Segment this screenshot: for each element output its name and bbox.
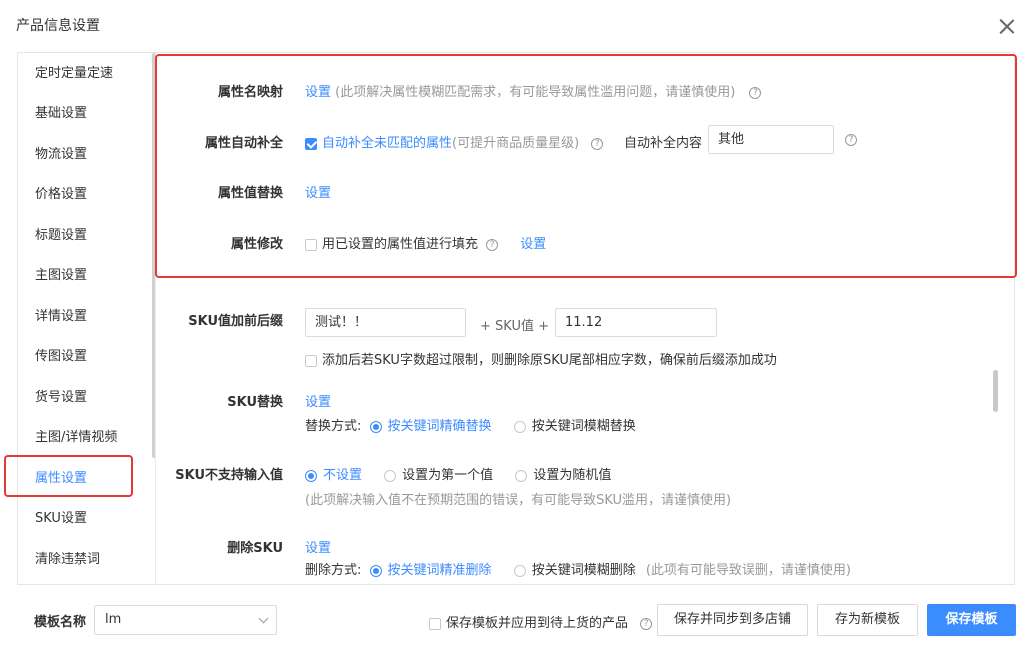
template-name-select[interactable]: lm [94,605,277,635]
sku-delete-link[interactable]: 设置 [305,537,331,556]
sku-unsupported-label: SKU不支持输入值 [175,468,283,483]
attr-value-replace-link[interactable]: 设置 [305,182,331,201]
sidebar-item-prohibited-words[interactable]: 清除违禁词 [18,540,154,580]
sku-replace-option-exact[interactable]: 按关键词精确替换 [388,419,492,434]
sku-delete-mode-label: 删除方式: [305,563,362,578]
help-icon[interactable]: ? [486,238,499,251]
attr-modify-link[interactable]: 设置 [520,237,546,252]
attr-autofill-hint: (可提升商品质量星级) [452,136,580,151]
sidebar-item-detail[interactable]: 详情设置 [18,297,154,337]
sku-unsupported-hint: (此项解决输入值不在预期范围的错误，有可能导致SKU滥用，请谨慎使用) [305,493,732,508]
attr-autofill-checkbox[interactable] [305,137,317,150]
sku-replace-mode-label: 替换方式: [305,419,362,434]
sku-replace-option-fuzzy[interactable]: 按关键词模糊替换 [532,419,636,434]
sync-checkbox[interactable] [429,617,441,630]
help-icon[interactable]: ? [591,137,604,150]
sidebar-item-main-image[interactable]: 主图设置 [18,256,154,296]
sidebar-item-price[interactable]: 价格设置 [18,175,154,215]
sku-suffix-input[interactable]: 11.12 [555,308,717,337]
sidebar-item-attributes[interactable]: 属性设置 [18,459,154,499]
sync-row: 保存模板并应用到待上货的产品 ? [429,612,653,631]
attr-modify-label: 属性修改 [230,237,283,252]
attr-name-map-label: 属性名映射 [217,85,283,100]
attr-modify-checkbox[interactable] [305,238,317,251]
sku-affix-truncate-checkbox[interactable] [305,354,317,367]
sidebar-item-upload-image[interactable]: 传图设置 [18,337,154,377]
close-icon[interactable] [996,16,1018,38]
main-scrollbar[interactable] [993,370,998,412]
help-icon[interactable]: ? [749,86,762,99]
attr-modify-row: 用已设置的属性值进行填充 ? 设置 [305,233,546,252]
sidebar-item-basic[interactable]: 基础设置 [18,94,154,134]
attr-name-map-hint: (此项解决属性模糊匹配需求，有可能导致属性滥用问题，请谨慎使用) [335,85,736,100]
sku-replace-label: SKU替换 [227,395,283,410]
sync-checkbox-label[interactable]: 保存模板并应用到待上货的产品 [446,616,628,631]
sku-replace-radio-exact[interactable] [369,420,382,433]
sku-unsupported-radio-first[interactable] [384,469,397,482]
sidebar-item-logistics[interactable]: 物流设置 [18,135,154,175]
chevron-down-icon [258,613,269,624]
sku-affix-truncate-label[interactable]: 添加后若SKU字数超过限制，则删除原SKU尾部相应字数，确保前后缀添加成功 [322,353,777,368]
sku-delete-option-exact[interactable]: 按关键词精准删除 [388,563,492,578]
sku-delete-option-fuzzy[interactable]: 按关键词模糊删除 [532,563,636,578]
sidebar-item-sku[interactable]: SKU设置 [18,499,154,539]
help-icon[interactable]: ? [845,133,857,146]
sku-delete-hint: (此项有可能导致误删，请谨慎使用) [645,563,851,578]
attr-value-replace-label: 属性值替换 [217,186,283,201]
sidebar-item-title[interactable]: 标题设置 [18,216,154,256]
sku-prefix-input[interactable]: 测试！！ [305,308,466,337]
sku-unsupported-options: 不设置 设置为第一个值 设置为随机值 [305,464,611,483]
sku-unsupported-option-random[interactable]: 设置为随机值 [533,468,611,483]
template-name-value: lm [105,612,122,627]
attr-autofill-checkbox-label[interactable]: 自动补全未匹配的属性 [322,136,452,151]
save-sync-shops-button[interactable]: 保存并同步到多店铺 [657,604,808,636]
save-template-button[interactable]: 保存模板 [927,604,1016,636]
sku-replace-link[interactable]: 设置 [305,391,331,410]
sku-affix-middle: + SKU值 + [480,319,549,334]
sidebar-item-schedule[interactable]: 定时定量定速 [18,54,154,94]
sku-affix-truncate-row: 添加后若SKU字数超过限制，则删除原SKU尾部相应字数，确保前后缀添加成功 [305,349,777,368]
help-icon[interactable]: ? [640,617,653,630]
sku-replace-radio-fuzzy[interactable] [513,420,526,433]
sku-unsupported-option-first[interactable]: 设置为第一个值 [402,468,493,483]
sku-delete-label: 删除SKU [227,541,283,556]
attr-autofill-row: 自动补全未匹配的属性(可提升商品质量星级) ? [305,132,604,151]
dialog-title: 产品信息设置 [16,18,100,34]
sku-affix-label: SKU值加前后缀 [188,314,283,329]
sidebar-item-video[interactable]: 主图/详情视频 [18,418,154,458]
save-as-new-button[interactable]: 存为新模板 [817,604,918,636]
attr-modify-checkbox-label[interactable]: 用已设置的属性值进行填充 [322,237,478,252]
sku-delete-radio-fuzzy[interactable] [513,564,526,577]
product-settings-dialog: 产品信息设置 定时定量定速 基础设置 物流设置 价格设置 标题设置 主图设置 详… [0,0,1036,652]
sidebar: 定时定量定速 基础设置 物流设置 价格设置 标题设置 主图设置 详情设置 传图设… [18,53,156,584]
sku-unsupported-radio-none[interactable] [305,469,317,482]
attr-name-map-link[interactable]: 设置 [305,85,331,100]
template-name-label: 模板名称 [34,615,87,630]
sidebar-item-item-number[interactable]: 货号设置 [18,378,154,418]
sku-delete-mode-row: 删除方式: 按关键词精准删除 按关键词模糊删除 (此项有可能导致误删，请谨慎使用… [305,559,851,578]
attr-autofill-label: 属性自动补全 [204,136,283,151]
attr-autofill-content-input[interactable]: 其他 [708,125,834,154]
sku-unsupported-option-none[interactable]: 不设置 [323,468,362,483]
sku-unsupported-radio-random[interactable] [515,469,528,482]
sku-replace-mode-row: 替换方式: 按关键词精确替换 按关键词模糊替换 [305,415,636,434]
attr-autofill-content-label: 自动补全内容 [624,136,703,151]
sku-delete-radio-exact[interactable] [369,564,382,577]
attr-name-map-row: 设置 (此项解决属性模糊匹配需求，有可能导致属性滥用问题，请谨慎使用) ? [305,81,762,100]
